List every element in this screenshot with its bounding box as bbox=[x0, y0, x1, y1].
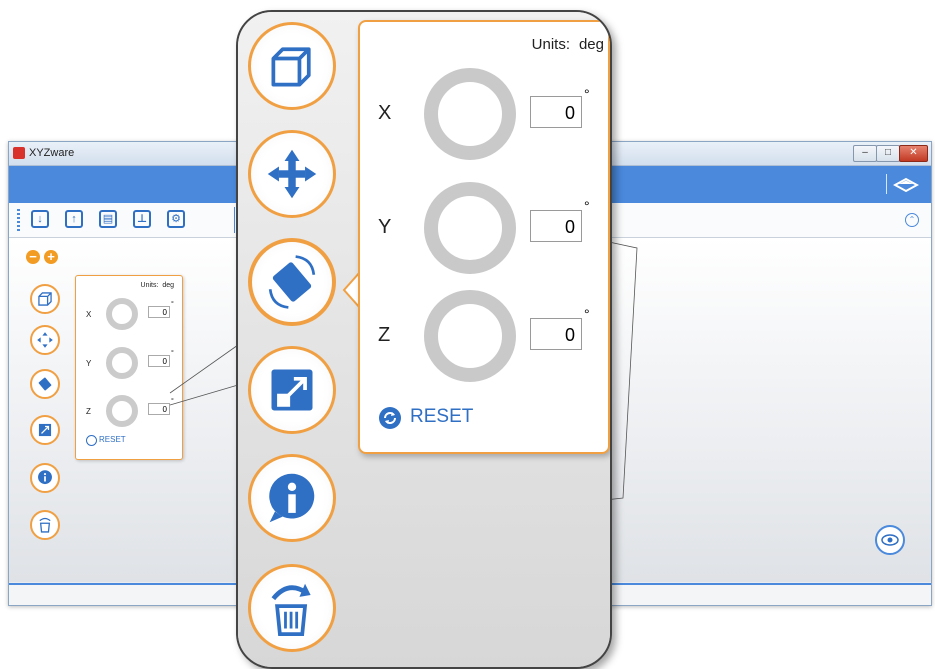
degree-symbol: ° bbox=[584, 198, 590, 214]
y-axis-label: Y bbox=[378, 216, 392, 238]
y-rotation-dial[interactable] bbox=[424, 182, 516, 274]
move-tool-button-large[interactable] bbox=[248, 130, 336, 218]
z-rotation-dial[interactable] bbox=[424, 290, 516, 382]
y-rotation-input[interactable]: 0 bbox=[530, 210, 582, 242]
rotate-icon bbox=[268, 255, 316, 309]
reset-icon[interactable] bbox=[378, 406, 402, 430]
z-rotation-input[interactable]: 0 bbox=[530, 318, 582, 350]
info-icon bbox=[269, 473, 315, 523]
units-label: Units: bbox=[531, 36, 570, 53]
scale-icon bbox=[271, 369, 313, 411]
units-value: deg bbox=[578, 36, 604, 53]
x-rotation-dial[interactable] bbox=[424, 68, 516, 160]
delete-tool-button-large[interactable] bbox=[248, 564, 336, 652]
rotate-panel: Units: deg X 0 ° Y 0 ° Z 0 ° RESET bbox=[358, 20, 610, 454]
rotate-tool-button-large[interactable] bbox=[248, 238, 336, 326]
delete-icon bbox=[271, 583, 311, 636]
z-axis-label: Z bbox=[378, 324, 391, 346]
x-axis-label: X bbox=[378, 102, 392, 124]
view-cube-tool-button-large[interactable] bbox=[248, 22, 336, 110]
magnified-callout: Units: deg X 0 ° Y 0 ° Z 0 ° RESET bbox=[236, 10, 612, 669]
move-icon bbox=[267, 149, 317, 199]
info-tool-button-large[interactable] bbox=[248, 454, 336, 542]
view-cube-icon bbox=[271, 47, 311, 87]
reset-button[interactable]: RESET bbox=[410, 406, 473, 428]
degree-symbol: ° bbox=[584, 86, 590, 102]
x-rotation-input[interactable]: 0 bbox=[530, 96, 582, 128]
scale-tool-button-large[interactable] bbox=[248, 346, 336, 434]
degree-symbol: ° bbox=[584, 306, 590, 322]
